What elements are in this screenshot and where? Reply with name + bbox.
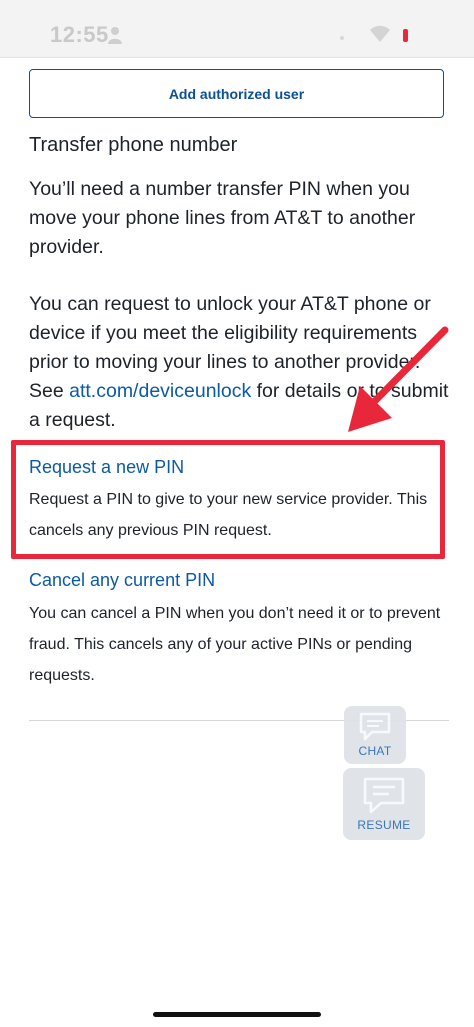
add-authorized-user-button[interactable]: Add authorized user bbox=[29, 69, 444, 118]
request-new-pin-link[interactable]: Request a new PIN bbox=[29, 457, 184, 478]
chat-bubble-icon bbox=[359, 712, 391, 741]
resume-button[interactable]: RESUME bbox=[343, 768, 425, 840]
status-time: 12:55 bbox=[50, 22, 109, 47]
request-pin-description: Request a PIN to give to your new servic… bbox=[29, 491, 428, 539]
chat-label: CHAT bbox=[358, 744, 392, 758]
device-unlock-link[interactable]: att.com/deviceunlock bbox=[69, 380, 251, 402]
unlock-info-paragraph: You can request to unlock your AT&T phon… bbox=[29, 290, 449, 435]
home-indicator[interactable] bbox=[153, 1012, 321, 1017]
status-bar: 12:55 bbox=[0, 0, 474, 58]
person-icon bbox=[108, 27, 122, 44]
cancel-current-pin-link[interactable]: Cancel any current PIN bbox=[29, 570, 215, 591]
resume-chat-icon bbox=[363, 777, 405, 814]
cancel-pin-description: You can cancel a PIN when you don’t need… bbox=[29, 605, 441, 684]
resume-label: RESUME bbox=[357, 818, 411, 832]
wifi-icon bbox=[370, 25, 390, 42]
chat-button[interactable]: CHAT bbox=[344, 706, 406, 764]
transfer-info-paragraph: You’ll need a number transfer PIN when y… bbox=[29, 178, 416, 258]
battery-low-icon bbox=[403, 29, 408, 42]
transfer-section-title: Transfer phone number bbox=[29, 134, 238, 156]
status-dot-icon bbox=[340, 36, 344, 40]
